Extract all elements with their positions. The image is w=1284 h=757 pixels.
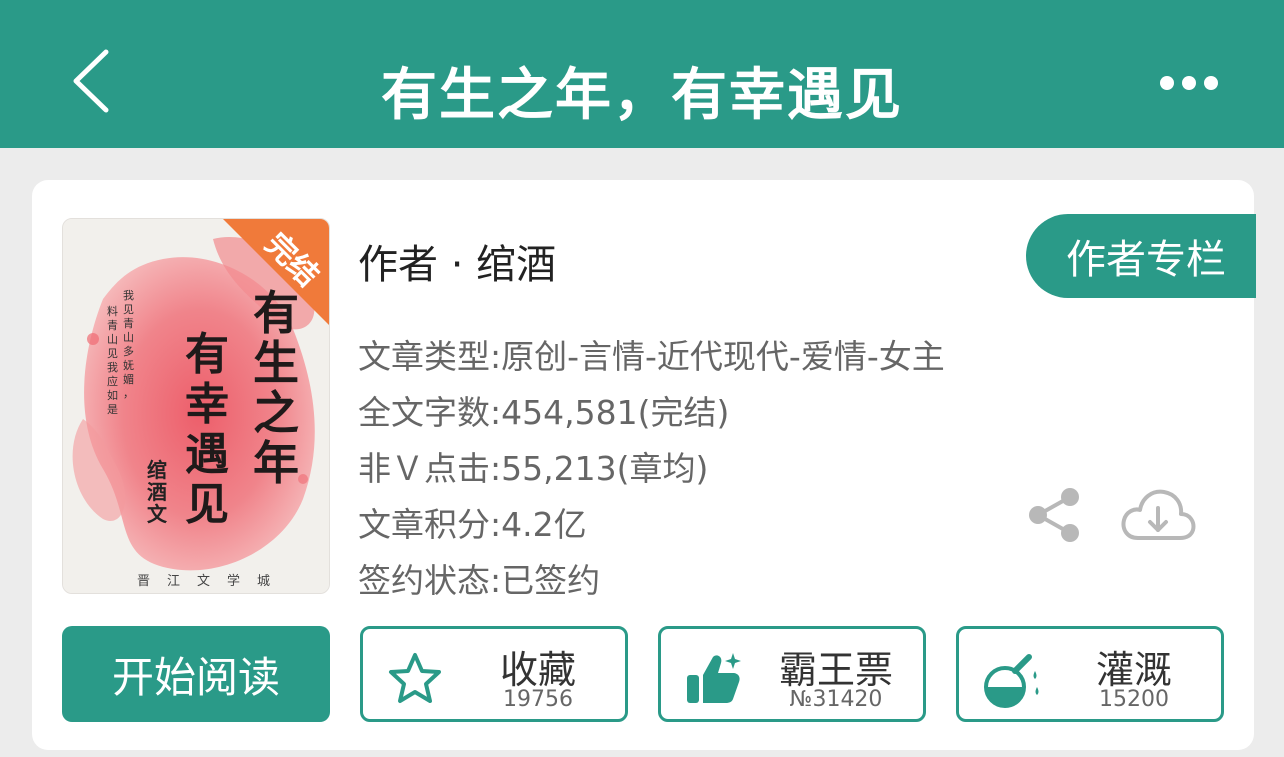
author-line[interactable]: 作者 · 绾酒: [358, 232, 556, 290]
svg-text:如: 如: [107, 388, 118, 402]
water-count: 15200: [1099, 687, 1169, 712]
star-icon: [389, 653, 441, 703]
meta-score: 文章积分:4.2亿: [358, 505, 587, 544]
svg-text:晋: 晋: [137, 574, 150, 589]
vote-button[interactable]: 霸王票 №31420: [658, 626, 926, 722]
svg-text:料: 料: [107, 304, 118, 318]
svg-text:我: 我: [107, 361, 118, 374]
svg-text:妩: 妩: [123, 358, 134, 372]
svg-text:山: 山: [123, 331, 134, 344]
svg-text:，: ，: [123, 387, 134, 400]
svg-text:江: 江: [167, 574, 180, 589]
favorite-label: 收藏: [499, 648, 576, 692]
start-reading-button[interactable]: 开始阅读: [62, 626, 330, 722]
more-options-icon[interactable]: [1156, 66, 1222, 100]
svg-text:山: 山: [107, 333, 118, 346]
svg-text:青: 青: [123, 317, 134, 330]
svg-text:是: 是: [107, 403, 118, 416]
svg-text:绾: 绾: [147, 458, 167, 482]
svg-text:文: 文: [197, 574, 210, 589]
svg-text:见: 见: [123, 303, 134, 316]
cover-art: 有 生 之 年 有 幸 遇 见 我见青山多妩媚， 料青山见我应如是 绾酒文 晋江…: [63, 219, 329, 593]
svg-text:有: 有: [185, 329, 229, 380]
favorite-count: 19756: [503, 687, 573, 712]
vote-count: №31420: [789, 687, 883, 712]
vote-label: 霸王票: [778, 648, 893, 692]
author-column-button[interactable]: 作者专栏: [1026, 214, 1256, 298]
book-cover-image[interactable]: 有 生 之 年 有 幸 遇 见 我见青山多妩媚， 料青山见我应如是 绾酒文 晋江…: [62, 218, 330, 594]
cover-title-char: 有: [253, 286, 299, 340]
water-label: 灌溉: [1095, 648, 1172, 692]
svg-text:城: 城: [257, 574, 270, 589]
svg-text:应: 应: [107, 374, 118, 388]
meta-category: 文章类型:原创-言情-近代现代-爱情-女主: [358, 337, 945, 376]
meta-clicks: 非Ｖ点击:55,213(章均): [358, 449, 709, 488]
favorite-button[interactable]: 收藏 19756: [360, 626, 628, 722]
svg-text:生: 生: [253, 336, 299, 390]
svg-text:见: 见: [185, 479, 229, 530]
svg-text:年: 年: [253, 436, 299, 490]
svg-text:幸: 幸: [185, 379, 229, 430]
svg-text:酒: 酒: [147, 480, 167, 504]
svg-text:媚: 媚: [123, 372, 134, 386]
thumbs-up-icon: [687, 653, 741, 703]
download-cloud-icon[interactable]: [1118, 484, 1198, 544]
svg-text:多: 多: [123, 344, 134, 358]
svg-text:青: 青: [107, 319, 118, 332]
meta-word-count: 全文字数:454,581(完结): [358, 393, 730, 432]
page-title: 有生之年，有幸遇见: [381, 63, 903, 128]
top-bar: 有生之年，有幸遇见: [0, 0, 1284, 148]
watering-flask-icon: [984, 654, 1039, 708]
meta-sign-status: 签约状态:已签约: [358, 561, 601, 600]
svg-text:见: 见: [107, 347, 118, 360]
svg-text:文: 文: [147, 502, 168, 526]
svg-text:学: 学: [227, 573, 240, 589]
svg-text:之: 之: [253, 386, 299, 440]
svg-text:我: 我: [123, 289, 134, 302]
water-button[interactable]: 灌溉 15200: [956, 626, 1224, 722]
share-icon[interactable]: [1026, 486, 1084, 544]
svg-text:遇: 遇: [185, 429, 229, 480]
